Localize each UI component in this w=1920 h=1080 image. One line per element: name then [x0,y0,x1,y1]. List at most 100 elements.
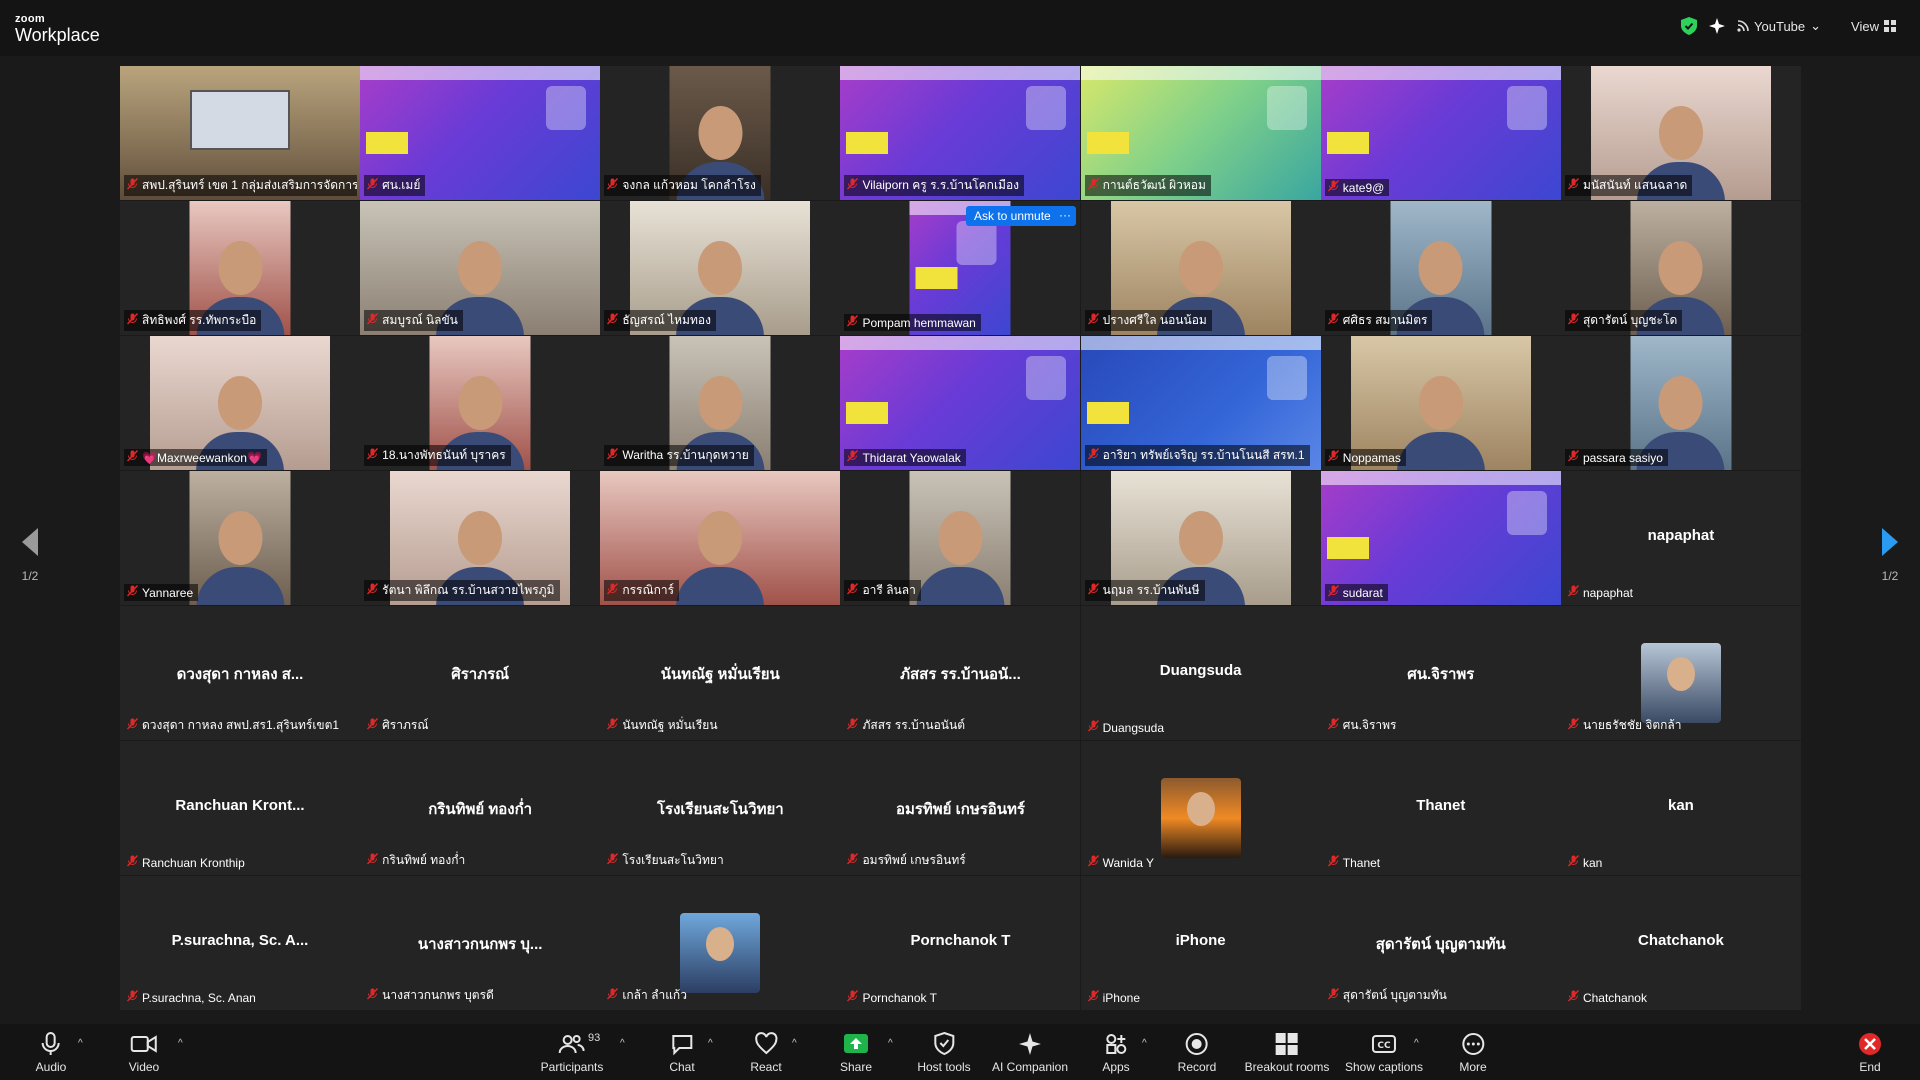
share-options-caret[interactable]: ^ [888,1038,893,1049]
participant-tile[interactable]: Yannaree [120,471,360,605]
youtube-stream-button[interactable]: YouTube ⌄ [1737,18,1821,34]
video-button[interactable]: Video [129,1032,159,1074]
participant-tile[interactable]: อารี ลินลา [840,471,1081,605]
ai-sparkle-icon[interactable] [1709,18,1726,34]
participant-tile[interactable]: มนัสนันท์ แสนฉลาด [1560,66,1801,200]
captions-options-caret[interactable]: ^ [1414,1038,1419,1049]
participant-tile[interactable]: Wanida Y [1080,741,1321,875]
chat-button[interactable]: Chat [669,1032,695,1074]
participant-tile[interactable]: kate9@ [1320,66,1561,200]
participant-tile[interactable]: กรินทิพย์ ทองก่ำ กรินทิพย์ ทองก่ำ [360,741,601,875]
participant-name: มนัสนันท์ แสนฉลาด [1582,178,1688,192]
participant-tile[interactable]: iPhone iPhone [1080,876,1321,1010]
react-button[interactable]: React [750,1032,782,1074]
react-options-caret[interactable]: ^ [792,1038,797,1049]
participant-tile[interactable]: 18.นางพัทธนันท์ บุราคร [360,336,601,470]
participant-name: ศน.จิราพร [1342,718,1397,732]
participant-tile[interactable]: Vilaiporn ครู ร.ร.บ้านโคกเมือง [840,66,1081,200]
participant-tile[interactable]: ปรางศรีใล นอนน้อม [1080,201,1321,335]
participant-tile[interactable]: ธัญสรณ์ ไหมทอง [600,201,841,335]
chat-options-caret[interactable]: ^ [708,1038,713,1049]
mic-muted-icon [1087,720,1099,735]
tile-more-options-button[interactable]: ··· [1054,206,1076,226]
apps-button[interactable]: Apps [1102,1032,1130,1074]
participant-tile[interactable]: Chatchanok Chatchanok [1560,876,1801,1010]
show-captions-button[interactable]: CC Show captions [1345,1032,1423,1074]
participant-tile[interactable]: ดวงสุดา กาหลง ส... ดวงสุดา กาหลง สพป.สร1.… [120,606,360,740]
participant-display-name: Thanet [1416,797,1466,814]
encryption-shield-icon[interactable] [1681,17,1698,35]
audio-button[interactable]: Audio [36,1032,66,1074]
participant-tile[interactable]: นฤมล รร.บ้านพันษี [1080,471,1321,605]
participant-tile[interactable]: กานต์ธวัฒน์ ผิวหอม [1080,66,1321,200]
participant-name-tag: Noppamas [1324,449,1406,466]
participant-tile[interactable]: นายธรัชชัย จิตกล้า [1560,606,1801,740]
chevron-down-icon: ⌄ [1810,18,1822,33]
participant-name: ธัญสรณ์ ไหมทอง [622,313,711,327]
participant-tile[interactable]: ศน.เมย์ [360,66,601,200]
breakout-rooms-button[interactable]: Breakout rooms [1244,1032,1330,1074]
participant-tile[interactable]: กรรณิการ์ [600,471,841,605]
participant-tile[interactable]: kan kan [1560,741,1801,875]
participant-tile[interactable]: Thanet Thanet [1320,741,1561,875]
breakout-rooms-label: Breakout rooms [1244,1060,1330,1074]
participants-options-caret[interactable]: ^ [620,1038,625,1049]
participant-tile[interactable]: Noppamas [1320,336,1561,470]
participant-name-tag: Waritha รร.บ้านกุดหวาย [604,445,754,466]
end-button[interactable]: End [1858,1032,1882,1074]
participant-tile[interactable]: Ranchuan Kront... Ranchuan Kronthip [120,741,360,875]
participant-display-name: Pornchanok T [910,932,1011,949]
ask-to-unmute-button[interactable]: Ask to unmute [966,206,1059,226]
more-button[interactable]: More [1459,1032,1487,1074]
participant-tile[interactable]: อาริยา ทรัพย์เจริญ รร.บ้านโนนสี สรท.1 [1080,336,1321,470]
participant-tile[interactable]: ศน.จิราพร ศน.จิราพร [1320,606,1561,740]
participant-name: ปรางศรีใล นอนน้อม [1102,313,1207,327]
participant-name-tag: กานต์ธวัฒน์ ผิวหอม [1084,175,1211,196]
participant-tile[interactable]: รัตนา พิลึกณ รร.บ้านสวายไพรภูมิ [360,471,601,605]
video-options-caret[interactable]: ^ [178,1038,183,1049]
participant-tile[interactable]: ภัสสร รร.บ้านอนั... ภัสสร รร.บ้านอนันต์ [840,606,1081,740]
participant-name: iPhone [1102,990,1140,1005]
participant-tile[interactable]: P.surachna, Sc. A... P.surachna, Sc. Anan [120,876,360,1010]
participant-tile[interactable]: สิทธิพงศ์ รร.ทัพกระบือ [120,201,360,335]
mic-muted-icon [126,990,139,1005]
participant-tile[interactable]: นันทณัฐ หมั่นเรียน นันทณัฐ หมั่นเรียน [600,606,841,740]
mic-muted-icon [1087,990,1099,1005]
record-button[interactable]: Record [1178,1032,1216,1074]
mic-muted-icon [1087,448,1099,463]
participant-tile[interactable]: นางสาวกนกพร บุ... นางสาวกนกพร บุตรดี [360,876,601,1010]
next-page-button[interactable]: 1/2 [1878,528,1902,583]
participant-tile[interactable]: จงกล แก้วหอม โคกลำโรง [600,66,841,200]
participant-name: 18.นางพัทธนันท์ บุราคร [382,448,506,462]
participant-name-tag: ศศิธร สมานมิตร [1324,310,1433,331]
participant-tile[interactable]: โรงเรียนสะโนวิทยา โรงเรียนสะโนวิทยา [600,741,841,875]
participant-tile[interactable]: 💗Maxrweewankon💗 [120,336,360,470]
participant-tile[interactable]: Thidarat Yaowalak [840,336,1081,470]
audio-options-caret[interactable]: ^ [78,1038,83,1049]
host-tools-button[interactable]: Host tools [917,1032,971,1074]
participant-tile[interactable]: ศิราภรณ์ ศิราภรณ์ [360,606,601,740]
mic-muted-icon [367,718,379,733]
apps-options-caret[interactable]: ^ [1142,1038,1147,1049]
participant-tile[interactable]: สพป.สุรินทร์ เขต 1 กลุ่มส่งเสริมการจัดกา… [120,66,360,200]
participant-tile[interactable]: สุดารัตน์ บุญชะโด [1560,201,1801,335]
participant-tile[interactable]: Waritha รร.บ้านกุดหวาย [600,336,841,470]
participant-video [189,471,291,605]
participant-tile[interactable]: สมบูรณ์ นิลขัน [360,201,601,335]
participant-name: อมรทิพย์ เกษรอินทร์ [862,853,966,867]
view-button[interactable]: View [1851,19,1896,34]
prev-page-button[interactable]: 1/2 [18,528,42,583]
participant-tile[interactable]: อมรทิพย์ เกษรอินทร์ อมรทิพย์ เกษรอินทร์ [840,741,1081,875]
ai-companion-button[interactable]: AI Companion [992,1032,1068,1074]
participant-tile[interactable]: napaphat napaphat [1560,471,1801,605]
participant-tile[interactable]: สุดารัตน์ บุญตามทัน สุดารัตน์ บุญตามทัน [1320,876,1561,1010]
participant-tile[interactable]: Duangsuda Duangsuda [1080,606,1321,740]
participant-tile[interactable]: passara sasiyo [1560,336,1801,470]
share-button[interactable]: Share [840,1032,872,1074]
mic-muted-icon [1567,718,1579,733]
participant-name: kate9@ [1342,180,1385,195]
participant-tile[interactable]: Pornchanok T Pornchanok T [840,876,1081,1010]
participant-tile[interactable]: ศศิธร สมานมิตร [1320,201,1561,335]
participant-tile[interactable]: sudarat [1320,471,1561,605]
participant-tile[interactable]: เกล้า ลำแก้ว [600,876,841,1010]
